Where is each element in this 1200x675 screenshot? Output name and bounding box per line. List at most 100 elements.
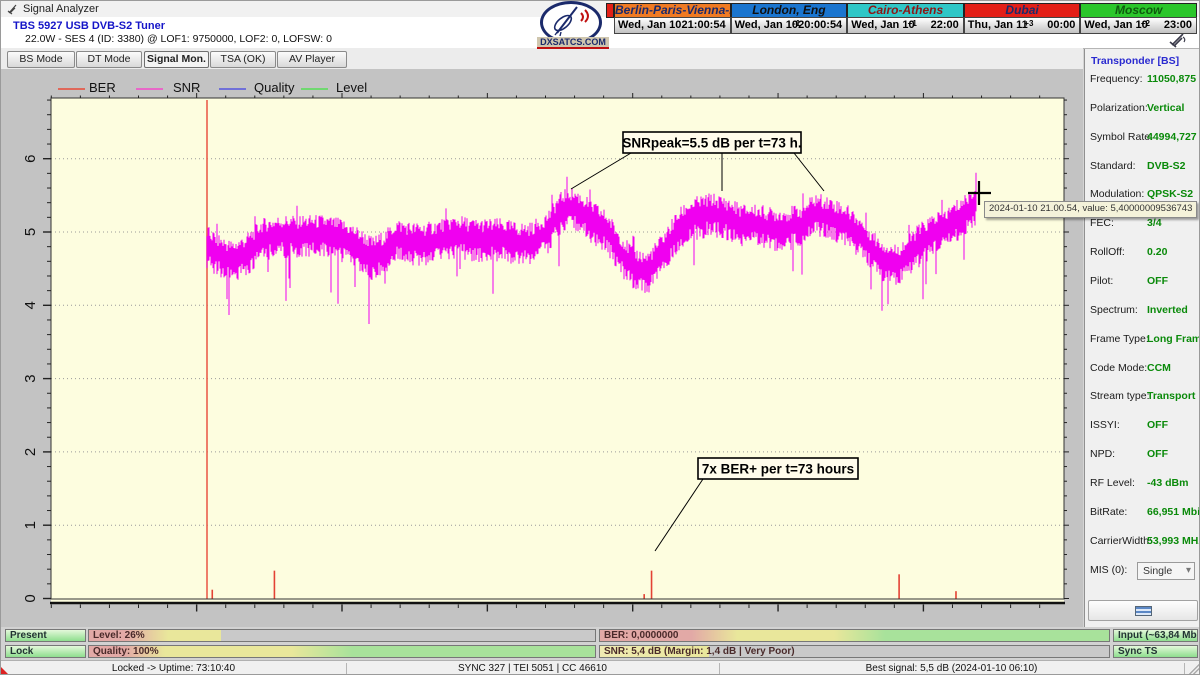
clock-hhmm: 00:00 [1047,18,1075,33]
field-label: Polarization: [1090,102,1148,114]
field-frequency: Frequency: 11050,875 MHz [1085,73,1200,86]
field-label: Spectrum: [1090,304,1138,316]
clock-city-label: Moscow [1080,3,1197,18]
field-value: QPSK-S2 [1147,188,1193,200]
clock-hhmm: 22:00 [931,18,959,33]
chart-tooltip: 2024-01-10 21.00.54, value: 5,4000000953… [984,201,1197,218]
field-value: OFF [1147,275,1168,287]
clock-hhmm: 20:00:54 [798,18,842,33]
field-value: OFF [1147,419,1168,431]
statusbar-divider [346,663,347,675]
field-value: Transport [1147,390,1195,402]
chart-panel: BERSNRQualityLevel 0123456SNRpeak=5.5 dB… [1,69,1083,627]
y-axis-label: 5 [22,228,39,236]
chevron-down-icon: ▾ [1186,563,1191,579]
field-rolloff: RollOff:0.20 [1085,246,1200,259]
clock-berlin-paris-vienna-roma: Berlin-Paris-Vienna-RomaWed, Jan 1021:00… [614,3,731,34]
field-polarization: Polarization:Vertical [1085,102,1200,115]
mis-select[interactable]: Single ▾ [1137,562,1195,580]
tab-signal-mon[interactable]: Signal Mon. [144,51,209,68]
field-spectrum: Spectrum:Inverted [1085,304,1200,317]
statusbar-divider [719,663,720,675]
tab-dt-mode[interactable]: DT Mode [76,51,142,68]
field-label: CarrierWidth: [1090,535,1152,547]
clock-hhmm: 21:00:54 [682,18,726,33]
y-axis-label: 0 [22,594,39,602]
field-pilot: Pilot:OFF [1085,275,1200,288]
clock-date: Wed, Jan 10 [1084,18,1147,33]
field-label: Frame Type: [1090,333,1149,345]
dxsatcs-logo: DXSATCS.COM [537,1,609,48]
sync-ts-indicator: Sync TS [1113,645,1198,658]
field-carrierwidth: CarrierWidth:53,993 MHz [1085,535,1200,548]
field-issyi: ISSYI:OFF [1085,419,1200,432]
plot-area[interactable] [51,98,1064,604]
transponder-sidebar: Transponder [BS] Frequency: 11050,875 MHz… [1084,49,1200,627]
field-value: CCM [1147,362,1171,374]
signal-analyzer-window: Signal Analyzer TBS 5927 USB DVB-S2 Tune… [0,0,1200,675]
field-standard: Standard:DVB-S2 [1085,160,1200,173]
status-counters: SYNC 327 | TEI 5051 | CC 46610 [346,661,719,675]
tuner-subtitle: 22.0W - SES 4 (ID: 3380) @ LOF1: 9750000… [25,33,332,45]
clock-date: Thu, Jan 11 [968,18,1028,33]
field-npd: NPD: OFF [1085,448,1200,461]
field-rf-level: RF Level: -43 dBm [1085,477,1200,490]
clock-utc-offset: +2 [1141,16,1150,31]
red-wedge-icon [1,667,10,675]
field-fec: FEC:3/4 [1085,217,1200,230]
clock-london-eng: London, EngWed, Jan 10-120:00:54 [731,3,848,34]
statusbar: Locked -> Uptime: 73:10:40SYNC 327 | TEI… [1,660,1200,675]
mode-tabbar: BS ModeDT ModeSignal Mon.TSA (OK)AV Play… [1,48,1083,70]
y-axis-label: 6 [22,155,39,163]
annotation-ber-text: 7x BER+ per t=73 hours [702,462,854,477]
satellite-dish-icon [543,3,595,37]
field-label: NPD: [1090,448,1115,460]
window-title: Signal Analyzer [23,3,99,15]
field-label: Frequency: [1090,73,1143,85]
lock-indicator: Lock [5,645,86,658]
tab-av-player[interactable]: AV Player [277,51,347,68]
clock-date: Wed, Jan 10 [735,18,798,33]
sidebar-title: Transponder [BS] [1091,55,1179,67]
mis-label: MIS (0): [1090,564,1127,576]
clock-time: Wed, Jan 10-120:00:54 [731,17,848,34]
logo-text: DXSATCS.COM [537,37,609,49]
clock-time: Thu, Jan 11+3 00:00 [964,17,1081,34]
field-value: Vertical [1147,102,1184,114]
field-label: BitRate: [1090,506,1127,518]
signal-chart[interactable]: 0123456SNRpeak=5.5 dB per t=73 h.7x BER+… [1,69,1083,627]
field-label: RF Level: [1090,477,1135,489]
field-value: DVB-S2 [1147,160,1186,172]
ber-bar: BER: 0,0000000 [599,629,1110,642]
clock-moscow: MoscowWed, Jan 10+223:00 [1080,3,1197,34]
level-bar: Level: 26% [88,629,596,642]
tab-tsa-ok[interactable]: TSA (OK) [210,51,276,68]
field-label: Code Mode: [1090,362,1147,374]
list-icon [1135,606,1152,616]
field-value: 3/4 [1147,217,1162,229]
clock-city-label: Dubai [964,3,1081,18]
field-value: Long Frame [1147,333,1200,345]
field-label: Stream type: [1090,390,1150,402]
indicator-bars: Present Level: 26% BER: 0,0000000 Input … [1,627,1200,660]
clock-city-label: Berlin-Paris-Vienna-Roma [614,3,731,18]
clock-utc-offset: +3 [1024,16,1033,31]
field-value: 66,951 Mbit/s [1147,506,1200,518]
snr-bar: SNR: 5,4 dB (Margin: 1,4 dB | Very Poor) [599,645,1110,658]
transponder-list-button[interactable] [1088,600,1198,621]
field-modulation: Modulation:QPSK-S2 [1085,188,1200,201]
field-symbol-rate: Symbol Rate:44994,727 KS/s [1085,131,1200,144]
resize-grip[interactable] [1189,664,1199,674]
clock-city-label: Cairo-Athens [847,3,964,18]
field-value: 11050,875 MHz [1147,73,1200,85]
field-value: OFF [1147,448,1168,460]
field-value: -43 dBm [1147,477,1188,489]
tab-bs-mode[interactable]: BS Mode [7,51,75,68]
field-value: 44994,727 KS/s [1147,131,1200,143]
satellite-icon [7,3,19,15]
annotation-snrpeak-text: SNRpeak=5.5 dB per t=73 h. [622,136,801,151]
y-axis-label: 1 [22,521,39,529]
tuner-title: TBS 5927 USB DVB-S2 Tuner [13,20,165,32]
status-best-signal: Best signal: 5,5 dB (2024-01-10 06:10) [719,661,1184,675]
clock-date: Wed, Jan 10 [618,18,681,33]
